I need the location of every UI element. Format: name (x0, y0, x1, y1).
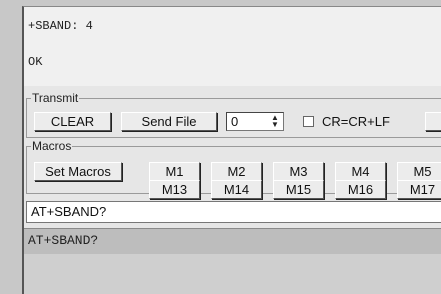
macro-m16-button[interactable]: M16 (335, 180, 386, 199)
macro-m5-button[interactable]: M5 (397, 162, 441, 181)
terminal-line: +SBAND: 4 (28, 19, 93, 33)
repeat-count-spinner[interactable]: 0 ▲ ▼ (226, 112, 284, 131)
macro-m1-button[interactable]: M1 (149, 162, 200, 181)
crlf-label: CR=CR+LF (322, 114, 390, 129)
send-file-button[interactable]: Send File (121, 112, 217, 131)
macros-legend: Macros (31, 139, 73, 153)
macro-m4-button[interactable]: M4 (335, 162, 386, 181)
bottom-area (24, 254, 441, 294)
macro-m13-button[interactable]: M13 (149, 180, 200, 199)
macro-m3-button[interactable]: M3 (273, 162, 324, 181)
transmit-legend: Transmit (31, 91, 80, 105)
status-line: AT+SBAND? (24, 228, 441, 254)
macro-m15-button[interactable]: M15 (273, 180, 324, 199)
transmit-extra-button[interactable] (425, 112, 441, 131)
spinner-arrows-icon[interactable]: ▲ ▼ (270, 114, 280, 129)
set-macros-button[interactable]: Set Macros (34, 162, 122, 181)
macro-m2-button[interactable]: M2 (211, 162, 262, 181)
control-panel: Transmit CLEAR Send File 0 ▲ ▼ CR=CR+LF M… (22, 86, 441, 294)
terminal-line: OK (28, 55, 43, 69)
terminal-output: +SBAND: 4 OK (22, 6, 441, 87)
crlf-checkbox[interactable] (303, 116, 314, 127)
clear-button[interactable]: CLEAR (34, 112, 111, 131)
spinner-value: 0 (231, 114, 239, 129)
macro-m17-button[interactable]: M17 (397, 180, 441, 199)
macro-m14-button[interactable]: M14 (211, 180, 262, 199)
command-input[interactable]: AT+SBAND? (26, 201, 441, 223)
